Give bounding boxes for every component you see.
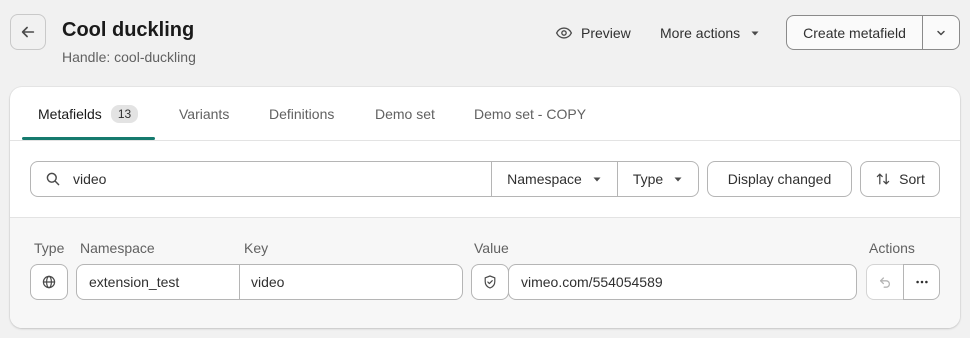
back-button[interactable] — [10, 14, 46, 50]
namespace-filter-button[interactable]: Namespace — [491, 161, 618, 197]
type-selector[interactable] — [30, 264, 68, 300]
tab-demo-set-copy[interactable]: Demo set - COPY — [474, 87, 586, 141]
sort-label: Sort — [899, 171, 925, 187]
type-filter-label: Type — [632, 171, 664, 187]
ellipsis-icon — [915, 280, 928, 284]
sort-icon — [876, 173, 890, 185]
preview-button[interactable]: Preview — [555, 23, 631, 43]
value-field[interactable] — [508, 264, 857, 300]
eye-icon — [555, 27, 573, 39]
page-title: Cool duckling — [62, 19, 195, 41]
create-metafield-button[interactable]: Create metafield — [787, 16, 923, 49]
chevron-down-icon — [937, 30, 945, 35]
caret-down-icon — [593, 177, 601, 182]
sort-button[interactable]: Sort — [860, 161, 940, 197]
tab-demo-set[interactable]: Demo set — [375, 87, 435, 141]
tab-bar: Metafields 13 Variants Definitions Demo … — [10, 87, 960, 141]
value-type-indicator — [471, 264, 509, 300]
count-badge: 13 — [110, 105, 139, 123]
tab-definitions[interactable]: Definitions — [269, 87, 334, 141]
create-options-button[interactable] — [923, 16, 959, 49]
caret-down-icon — [674, 177, 682, 182]
row-more-actions-button[interactable] — [903, 264, 940, 300]
namespace-input[interactable] — [89, 274, 224, 290]
preview-label: Preview — [581, 25, 631, 41]
namespace-filter-label: Namespace — [507, 171, 582, 187]
more-actions-label: More actions — [660, 25, 741, 41]
undo-button[interactable] — [866, 264, 904, 300]
arrow-left-icon — [21, 26, 35, 38]
search-field[interactable] — [30, 161, 492, 197]
tab-label: Demo set — [375, 106, 435, 122]
caret-down-icon — [751, 31, 759, 36]
tab-variants[interactable]: Variants — [179, 87, 229, 141]
globe-icon — [42, 275, 56, 289]
page-subtitle: Handle: cool-duckling — [62, 49, 196, 65]
metafields-card: Metafields 13 Variants Definitions Demo … — [10, 87, 960, 328]
shield-check-icon — [484, 275, 496, 289]
namespace-field[interactable] — [76, 264, 240, 300]
type-filter-button[interactable]: Type — [617, 161, 699, 197]
tab-label: Variants — [179, 106, 230, 122]
more-actions-button[interactable]: More actions — [660, 23, 760, 43]
search-input[interactable] — [73, 171, 453, 187]
column-header-type: Type — [34, 240, 65, 256]
tab-metafields[interactable]: Metafields 13 — [38, 87, 139, 141]
tab-label: Demo set - COPY — [474, 106, 587, 122]
search-icon — [46, 172, 60, 186]
value-input[interactable] — [521, 274, 823, 290]
active-tab-indicator — [22, 137, 155, 140]
key-field[interactable] — [239, 264, 463, 300]
tab-label: Definitions — [269, 106, 335, 122]
column-header-namespace: Namespace — [80, 240, 155, 256]
tab-label: Metafields — [38, 106, 102, 122]
column-header-key: Key — [244, 240, 269, 256]
create-metafield-group: Create metafield — [786, 15, 960, 50]
column-header-value: Value — [474, 240, 509, 256]
display-changed-button[interactable]: Display changed — [707, 161, 852, 197]
key-input[interactable] — [251, 274, 441, 290]
column-header-actions: Actions — [869, 240, 915, 256]
undo-icon — [879, 277, 890, 288]
